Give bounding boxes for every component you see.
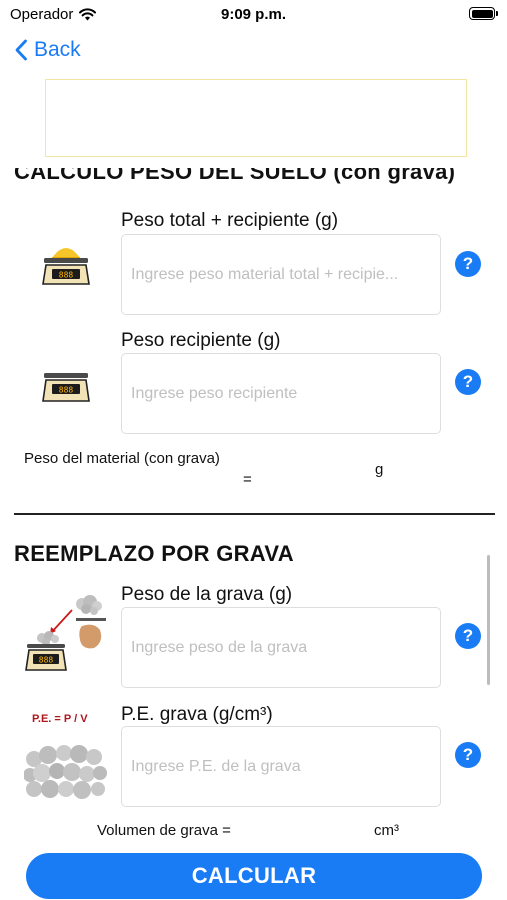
- help-button-peso-total[interactable]: ?: [455, 251, 481, 277]
- svg-text:888: 888: [59, 386, 74, 395]
- peso-grava-input[interactable]: Ingrese peso de la grava: [121, 607, 441, 688]
- battery-icon: [469, 7, 498, 20]
- gravel-on-scale-icon: 888: [24, 594, 108, 679]
- peso-total-label: Peso total + recipiente (g): [121, 210, 339, 231]
- pe-formula-icon: P.E. = P / V: [24, 713, 112, 799]
- calcular-button[interactable]: CALCULAR: [26, 853, 482, 899]
- gravel-pile-icon: [24, 745, 107, 799]
- back-label: Back: [34, 38, 81, 61]
- scale-with-material-icon: 888: [40, 238, 92, 293]
- scroll-indicator[interactable]: [487, 555, 490, 685]
- peso-material-unit: g: [375, 461, 384, 478]
- pe-formula-text: P.E. = P / V: [32, 713, 88, 725]
- pe-grava-label: P.E. grava (g/cm³): [121, 704, 273, 725]
- peso-grava-label: Peso de la grava (g): [121, 584, 293, 605]
- svg-text:888: 888: [39, 656, 54, 665]
- peso-recipiente-input[interactable]: Ingrese peso recipiente: [121, 353, 441, 434]
- volumen-grava-label: Volumen de grava =: [97, 822, 231, 839]
- section-title-peso-suelo: CALCULO PESO DEL SUELO (con grava): [14, 168, 456, 184]
- pe-grava-input[interactable]: Ingrese P.E. de la grava: [121, 726, 441, 807]
- empty-scale-icon: 888: [40, 370, 92, 411]
- peso-material-result-label: Peso del material (con grava): [24, 450, 220, 467]
- help-button-peso-grava[interactable]: ?: [455, 623, 481, 649]
- back-button[interactable]: Back: [14, 38, 81, 62]
- svg-text:888: 888: [59, 271, 74, 280]
- status-time: 9:09 p.m.: [220, 6, 287, 23]
- section-title-reemplazo: REEMPLAZO POR GRAVA: [14, 541, 294, 566]
- section-divider: [14, 513, 495, 515]
- chevron-left-icon: [15, 39, 27, 61]
- peso-total-input[interactable]: Ingrese peso material total + recipie...: [121, 234, 441, 315]
- peso-recipiente-label: Peso recipiente (g): [121, 330, 281, 351]
- ad-banner-placeholder: [45, 79, 467, 157]
- help-button-peso-recipiente[interactable]: ?: [455, 369, 481, 395]
- help-button-pe-grava[interactable]: ?: [455, 742, 481, 768]
- volumen-grava-unit: cm³: [374, 822, 399, 839]
- peso-material-equals: =: [243, 471, 252, 488]
